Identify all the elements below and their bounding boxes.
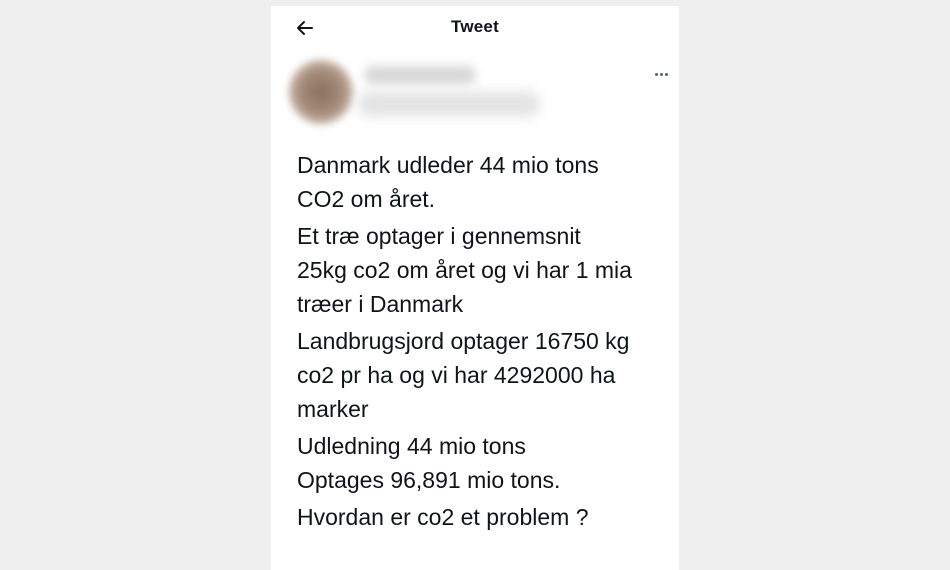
more-horizontal-icon	[654, 72, 669, 76]
tweet-paragraph: Landbrugsjord optager 16750 kg co2 pr ha…	[297, 328, 630, 422]
tweet-paragraph: Danmark udleder 44 mio tons CO2 om året.	[297, 152, 599, 212]
author-handle-blurred	[359, 92, 539, 116]
author-row	[271, 50, 679, 140]
tweet-card: Tweet Danmark udleder 44 mio tons CO2 om…	[271, 6, 679, 570]
more-button[interactable]	[647, 64, 675, 84]
author-name-blurred[interactable]	[365, 66, 475, 84]
page-title: Tweet	[451, 17, 499, 36]
tweet-paragraph: Udledning 44 mio tons Optages 96,891 mio…	[297, 433, 561, 493]
avatar[interactable]	[289, 60, 353, 124]
tweet-paragraph: Hvordan er co2 et problem ?	[297, 504, 589, 530]
top-bar: Tweet	[271, 6, 679, 50]
tweet-paragraph: Et træ optager i gennemsnit 25kg co2 om …	[297, 223, 632, 317]
tweet-text: Danmark udleder 44 mio tons CO2 om året.…	[297, 148, 673, 537]
